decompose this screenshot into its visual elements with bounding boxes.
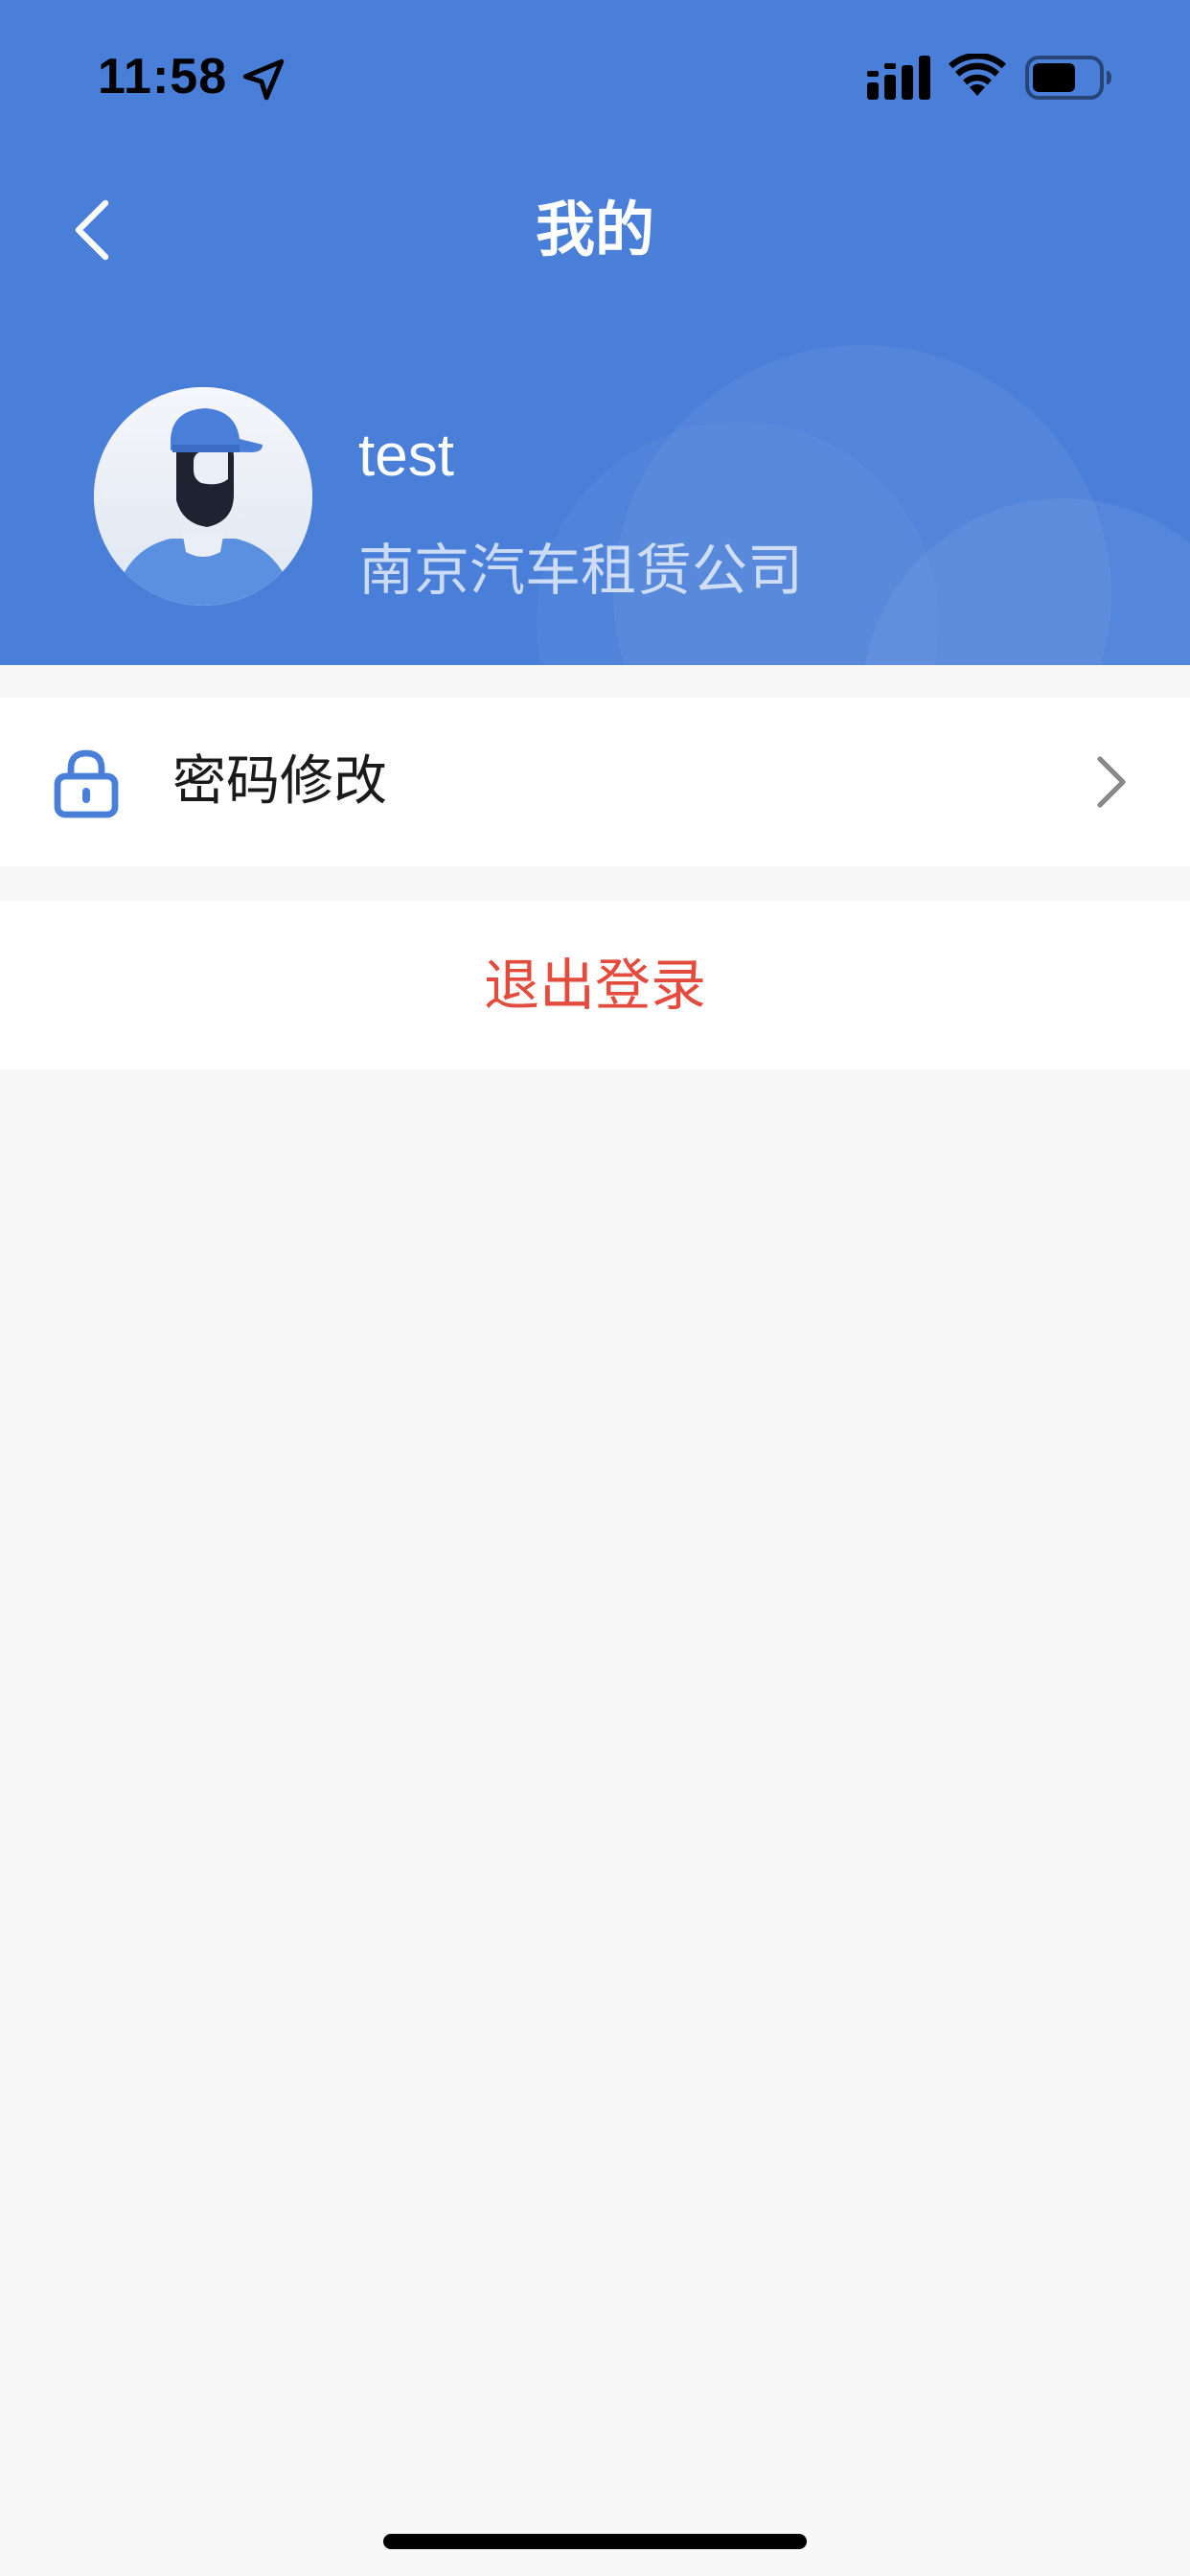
back-button[interactable] — [57, 192, 134, 268]
logout-label: 退出登录 — [483, 953, 706, 1018]
user-avatar-icon — [94, 387, 312, 606]
lock-icon — [54, 749, 119, 818]
company-name: 南京汽车租赁公司 — [358, 538, 804, 603]
chevron-right-icon — [1097, 756, 1126, 808]
status-time: 11:58 — [98, 49, 228, 104]
chevron-left-icon — [75, 199, 109, 261]
avatar[interactable] — [94, 387, 312, 606]
signal-icon — [867, 56, 930, 100]
battery-icon — [1025, 56, 1111, 100]
user-name: test — [358, 423, 454, 489]
page-title: 我的 — [535, 195, 654, 264]
home-indicator[interactable] — [383, 2534, 807, 2549]
wifi-icon — [949, 54, 1006, 96]
status-bar: 11:58 — [0, 0, 1190, 153]
location-arrow-icon — [242, 58, 285, 101]
logout-button[interactable]: 退出登录 — [0, 901, 1190, 1070]
menu-item-label: 密码修改 — [172, 750, 387, 813]
nav-bar: 我的 — [0, 172, 1190, 288]
profile-header: 11:58 我的 test 南京汽车租赁公司 — [0, 0, 1190, 665]
menu-item-change-password[interactable]: 密码修改 — [0, 698, 1190, 866]
